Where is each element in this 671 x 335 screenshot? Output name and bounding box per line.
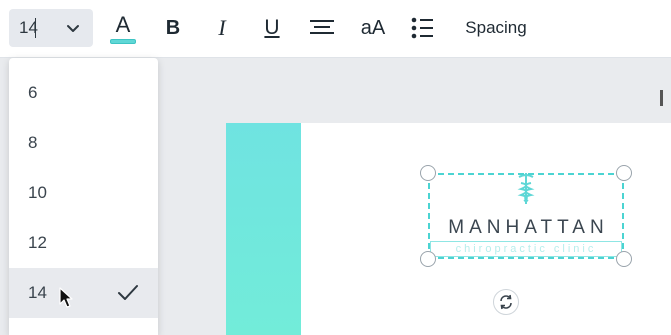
font-size-option-8[interactable]: 8: [9, 118, 158, 168]
font-size-option-14[interactable]: 14: [9, 268, 158, 318]
font-color-button[interactable]: A: [109, 12, 137, 44]
spacing-button[interactable]: Spacing: [460, 12, 532, 44]
font-color-swatch: [110, 39, 136, 44]
option-label: 14: [28, 283, 47, 302]
resize-handle-bottom-right[interactable]: [616, 251, 632, 267]
chevron-down-icon[interactable]: [66, 21, 80, 35]
bold-button[interactable]: B: [160, 12, 186, 44]
font-size-option-6[interactable]: 6: [9, 68, 158, 118]
letter-case-button[interactable]: aA: [356, 12, 390, 44]
font-size-option-12[interactable]: 12: [9, 218, 158, 268]
font-color-icon: A: [115, 12, 131, 37]
teal-stripe-shape[interactable]: [226, 123, 301, 335]
rotate-icon: [500, 294, 512, 310]
option-label: 6: [28, 83, 38, 102]
text-toolbar: 14 A B I U aA Spacing: [0, 0, 671, 58]
mouse-pointer-icon: [59, 287, 73, 308]
rotate-button[interactable]: [493, 289, 519, 315]
option-label: 12: [28, 233, 47, 252]
align-center-icon: [310, 20, 334, 34]
font-size-input[interactable]: 14: [9, 9, 93, 47]
resize-handle-top-right[interactable]: [616, 165, 632, 181]
selection-box[interactable]: [428, 173, 624, 259]
resize-handle-top-left[interactable]: [420, 165, 436, 181]
bullet-list-icon: [411, 17, 433, 39]
text-caret: [35, 18, 36, 38]
font-size-option-10[interactable]: 10: [9, 168, 158, 218]
italic-button[interactable]: I: [209, 12, 235, 44]
option-label: 10: [28, 183, 47, 202]
canvas-edge-marker: [660, 90, 663, 106]
align-center-button[interactable]: [307, 12, 337, 44]
list-button[interactable]: [408, 12, 436, 44]
checkmark-icon: [118, 285, 138, 300]
underline-button[interactable]: U: [259, 12, 285, 44]
option-label: 8: [28, 133, 38, 152]
font-size-dropdown: 6 8 10 12 14: [9, 58, 158, 335]
resize-handle-bottom-left[interactable]: [420, 251, 436, 267]
